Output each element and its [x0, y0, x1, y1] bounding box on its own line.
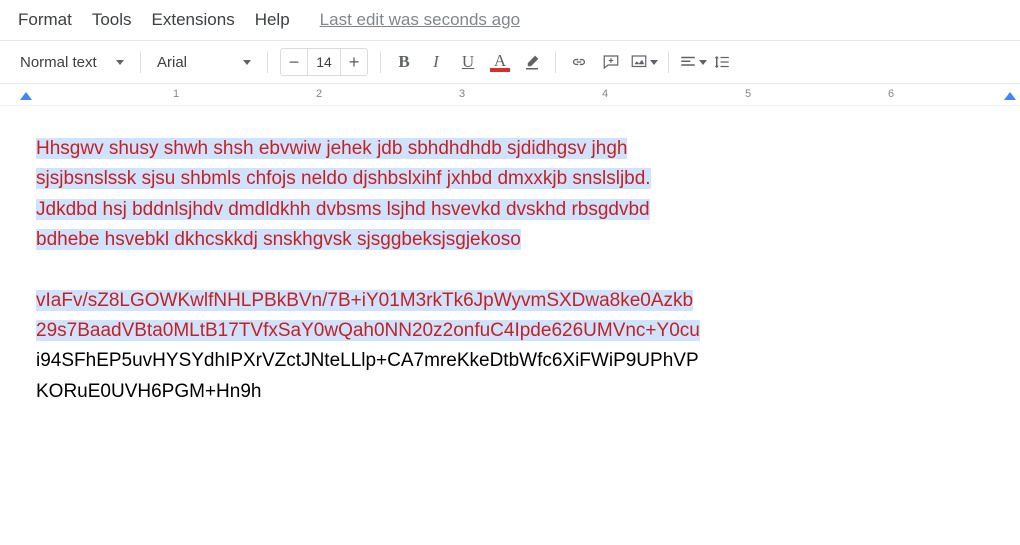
horizontal-ruler[interactable]: 1 2 3 4 5 6	[0, 84, 1020, 106]
separator	[267, 51, 268, 73]
font-family-dropdown[interactable]: Arial	[149, 48, 259, 76]
link-icon	[570, 53, 588, 71]
font-size-increase-button[interactable]: +	[341, 49, 367, 75]
paragraph[interactable]: Hhsgwv shusy shwh shsh ebvwiw jehek jdb …	[36, 134, 984, 256]
chevron-down-icon	[116, 60, 124, 65]
menu-bar: Format Tools Extensions Help Last edit w…	[0, 0, 1020, 40]
selected-text[interactable]: bdhebe hsvebkl dkhcskkdj snskhgvsk sjsgg…	[36, 229, 521, 250]
align-button[interactable]	[677, 53, 709, 71]
highlight-color-button[interactable]	[517, 47, 547, 77]
body-text[interactable]: i94SFhEP5uvHYSYdhIPXrVZctJNteLLlp+CA7mre…	[36, 350, 699, 371]
separator	[555, 51, 556, 73]
line-spacing-button[interactable]	[711, 53, 733, 71]
bold-button[interactable]: B	[389, 47, 419, 77]
menu-tools[interactable]: Tools	[82, 6, 142, 34]
body-text[interactable]: KORuE0UVH6PGM+Hn9h	[36, 381, 261, 402]
paragraph-style-dropdown[interactable]: Normal text	[12, 48, 132, 76]
ruler-tick: 1	[173, 88, 179, 100]
menu-format[interactable]: Format	[8, 6, 82, 34]
menu-help[interactable]: Help	[245, 6, 300, 34]
text-color-letter: A	[494, 52, 506, 69]
comment-plus-icon	[602, 53, 620, 71]
font-size-control: − +	[280, 48, 368, 76]
last-edit-status[interactable]: Last edit was seconds ago	[320, 10, 520, 30]
ruler-tick: 2	[316, 88, 322, 100]
ruler-tick: 3	[459, 88, 465, 100]
chevron-down-icon	[699, 60, 707, 65]
insert-link-button[interactable]	[564, 47, 594, 77]
right-indent-marker[interactable]	[1004, 92, 1016, 100]
font-family-label: Arial	[157, 54, 187, 71]
image-icon	[630, 53, 648, 71]
add-comment-button[interactable]	[596, 47, 626, 77]
text-color-swatch	[490, 68, 510, 72]
font-size-input[interactable]	[307, 49, 341, 75]
blank-line	[36, 256, 984, 286]
chevron-down-icon	[243, 60, 251, 65]
separator	[668, 51, 669, 73]
font-size-decrease-button[interactable]: −	[281, 49, 307, 75]
ruler-tick: 4	[602, 88, 608, 100]
selected-text[interactable]: sjsjbsnslssk sjsu shbmls chfojs neldo dj…	[36, 168, 651, 189]
text-color-button[interactable]: A	[485, 47, 515, 77]
paragraph[interactable]: vIaFv/sZ8LGOWKwlfNHLPBkBVn/7B+iY01M3rkTk…	[36, 286, 984, 408]
document-body[interactable]: Hhsgwv shusy shwh shsh ebvwiw jehek jdb …	[0, 106, 1020, 417]
insert-image-button[interactable]	[628, 53, 660, 71]
line-spacing-icon	[713, 53, 731, 71]
ruler-tick: 5	[745, 88, 751, 100]
chevron-down-icon	[650, 60, 658, 65]
selected-text[interactable]: Hhsgwv shusy shwh shsh ebvwiw jehek jdb …	[36, 138, 627, 159]
selected-text[interactable]: 29s7BaadVBta0MLtB17TVfxSaY0wQah0NN20z2on…	[36, 320, 700, 341]
ruler-tick: 6	[888, 88, 894, 100]
underline-button[interactable]: U	[453, 47, 483, 77]
align-left-icon	[679, 53, 697, 71]
separator	[380, 51, 381, 73]
italic-button[interactable]: I	[421, 47, 451, 77]
selected-text[interactable]: vIaFv/sZ8LGOWKwlfNHLPBkBVn/7B+iY01M3rkTk…	[36, 290, 693, 311]
menu-extensions[interactable]: Extensions	[142, 6, 245, 34]
left-indent-marker[interactable]	[20, 92, 32, 100]
highlighter-icon	[523, 53, 541, 71]
separator	[140, 51, 141, 73]
paragraph-style-label: Normal text	[20, 54, 97, 71]
toolbar: Normal text Arial − + B I U A	[0, 40, 1020, 84]
selected-text[interactable]: Jdkdbd hsj bddnlsjhdv dmdldkhh dvbsms ls…	[36, 199, 650, 220]
